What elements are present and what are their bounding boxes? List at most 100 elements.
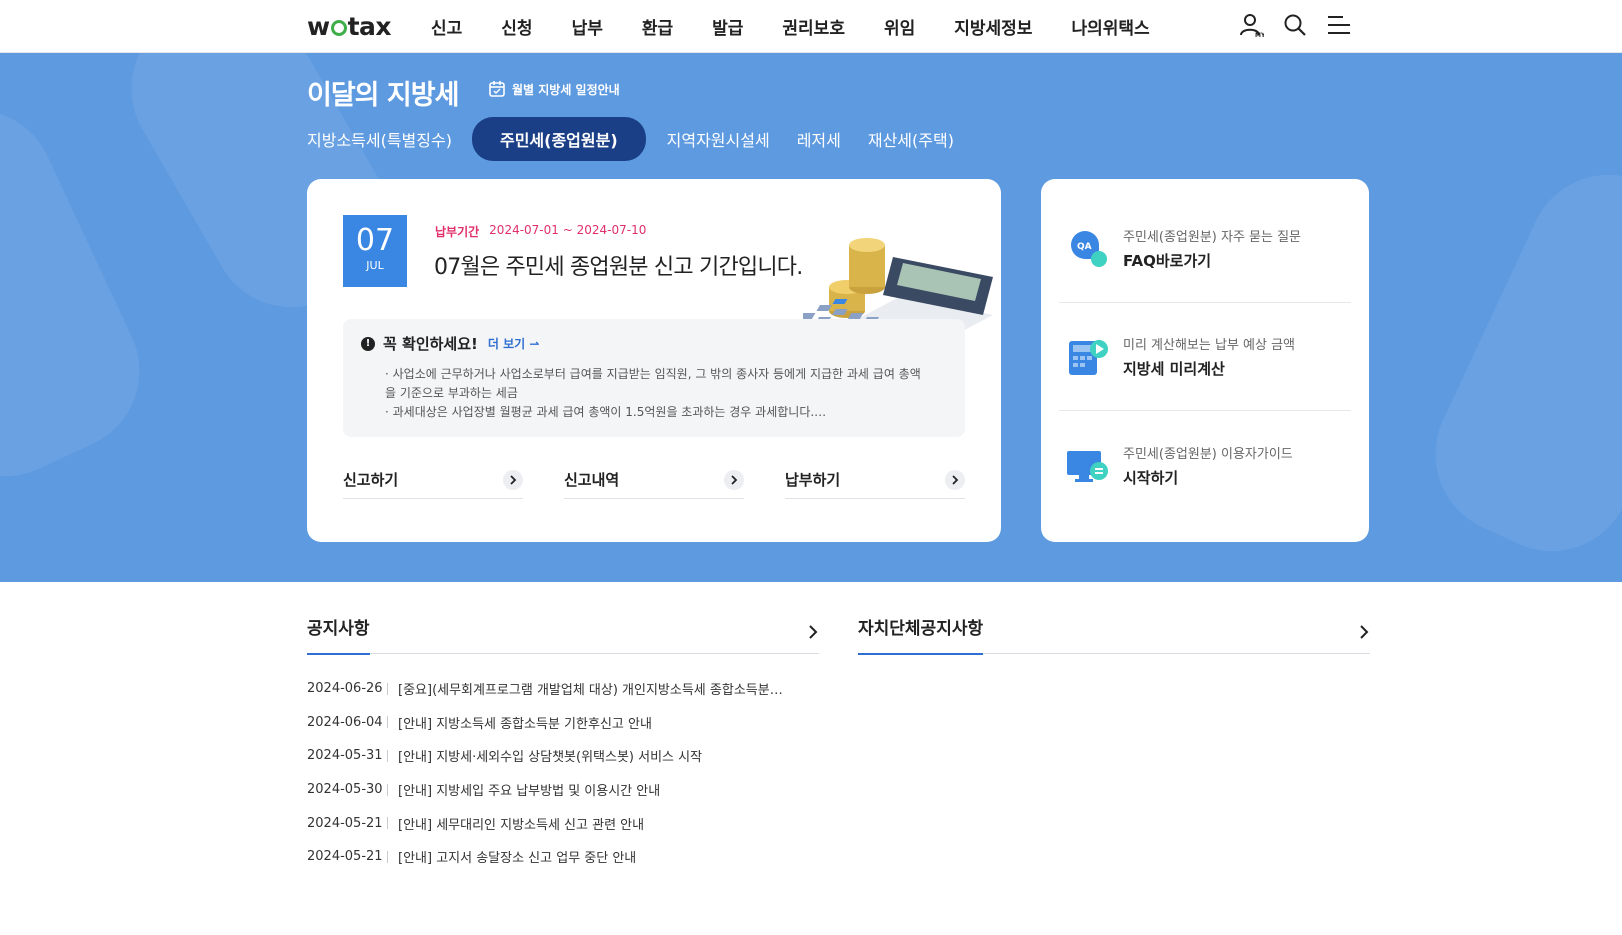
nav-menu-delegate[interactable]: 위임	[884, 14, 915, 39]
payment-link-label: 납부하기	[785, 471, 841, 489]
nav-menu-rights[interactable]: 권리보호	[782, 14, 845, 39]
local-notice-section: 자치단체공지사항	[858, 614, 1370, 655]
notice-section: 공지사항 2024-06-26 [중요](세무회계프로그램 개발업체 대상) 개인…	[307, 614, 819, 874]
hamburger-icon	[1328, 16, 1350, 34]
card-headline: 07월은 주민세 종업원분 신고 기간입니다.	[434, 255, 803, 280]
notice-item[interactable]: 2024-05-31 [안내] 지방세·세외수입 상담챗봇(위택스봇) 서비스 시…	[307, 739, 819, 773]
notice-text: [안내] 지방세입 주요 납부방법 및 이용시간 안내	[398, 784, 661, 800]
nav-menu-issue[interactable]: 발급	[712, 14, 743, 39]
more-link[interactable]: 더 보기 ⇀	[488, 335, 540, 352]
faq-title: FAQ바로가기	[1123, 252, 1212, 270]
header-utilities: MY	[1220, 12, 1352, 38]
alert-icon: !	[361, 336, 375, 351]
nav-menu-info[interactable]: 지방세정보	[954, 14, 1032, 39]
notice-text: [중요](세무회계프로그램 개발업체 대상) 개인지방소득세 종합소득분…	[398, 683, 783, 699]
search-icon	[1284, 14, 1306, 36]
chevron-right-icon	[809, 625, 818, 639]
qa-chat-icon: QA	[1071, 230, 1107, 267]
all-menu-button[interactable]	[1326, 12, 1352, 38]
nav-menu-refund[interactable]: 환급	[642, 14, 673, 39]
chevron-right-icon	[1360, 625, 1369, 639]
badge-month: JUL	[366, 259, 384, 272]
my-page-button[interactable]: MY	[1238, 12, 1264, 38]
bg-decoration	[0, 83, 166, 503]
section-title: 이달의 지방세	[307, 80, 459, 111]
wetax-logo[interactable]: w tax	[307, 12, 392, 41]
notice-text: [안내] 지방소득세 종합소득분 기한후신고 안내	[398, 716, 652, 732]
divider	[387, 817, 388, 830]
notice-item[interactable]: 2024-05-21 [안내] 고지서 송달장소 신고 업무 중단 안내	[307, 840, 819, 874]
notice-title: 공지사항	[307, 614, 370, 655]
notice-date: 2024-05-21	[307, 815, 383, 831]
divider	[387, 850, 388, 863]
check-heading: ! 꼭 확인하세요! 더 보기 ⇀	[361, 333, 539, 354]
local-notice-title: 자치단체공지사항	[858, 614, 984, 655]
svg-text:QA: QA	[1077, 242, 1092, 252]
local-notice-header: 자치단체공지사항	[858, 614, 1370, 655]
nav-menu-pay[interactable]: 납부	[572, 14, 603, 39]
logo-e-ring	[330, 20, 347, 36]
faq-subtitle: 주민세(종업원분) 자주 묻는 질문	[1123, 230, 1302, 245]
report-link[interactable]: 신고하기	[343, 461, 523, 499]
notice-date: 2024-05-31	[307, 748, 383, 764]
global-nav: 신고 신청 납부 환급 발급 권리보호 위임 지방세정보 나의위택스	[431, 0, 1189, 53]
calendar-icon	[489, 81, 505, 97]
notice-date: 2024-06-04	[307, 714, 383, 730]
tab-regional-resource-tax[interactable]: 지역자원시설세	[667, 127, 770, 151]
divider	[387, 716, 388, 729]
faq-link[interactable]: QA 주민세(종업원분) 자주 묻는 질문 FAQ바로가기	[1059, 195, 1351, 303]
notice-date: 2024-06-26	[307, 681, 383, 697]
notice-more-button[interactable]	[807, 624, 819, 644]
divider	[387, 682, 388, 695]
payment-link[interactable]: 납부하기	[785, 461, 965, 499]
notice-item[interactable]: 2024-05-30 [안내] 지방세입 주요 납부방법 및 이용시간 안내	[307, 773, 819, 807]
notice-item[interactable]: 2024-06-26 [중요](세무회계프로그램 개발업체 대상) 개인지방소득세…	[307, 672, 819, 706]
quick-links-card: QA 주민세(종업원분) 자주 묻는 질문 FAQ바로가기 미리 계산해보는 납…	[1041, 179, 1369, 542]
report-history-link[interactable]: 신고내역	[564, 461, 744, 499]
notice-header: 공지사항	[307, 614, 819, 655]
notice-text: [안내] 세무대리인 지방소득세 신고 관련 안내	[398, 817, 645, 833]
tax-info-card: 07 JUL 납부기간 2024-07-01 ~ 2024-07-10 07월은…	[307, 179, 1001, 542]
coin-stack-icon	[829, 238, 885, 318]
check-line: · 사업소에 근무하거나 사업소로부터 급여를 지급받는 임직원, 그 밖의 종…	[385, 367, 921, 400]
tax-calculator-link[interactable]: 미리 계산해보는 납부 예상 금액 지방세 미리계산	[1059, 303, 1351, 411]
calculator-text: 미리 계산해보는 납부 예상 금액 지방세 미리계산	[1123, 334, 1295, 379]
monthly-tax-section: 이달의 지방세 월별 지방세 일정안내 지방소득세(특별징수) 주민세(종업원분…	[0, 53, 1622, 582]
report-link-label: 신고하기	[343, 471, 399, 489]
period-label: 납부기간	[435, 225, 480, 239]
tab-local-income-tax[interactable]: 지방소득세(특별징수)	[307, 127, 452, 151]
tab-leisure-tax[interactable]: 레저세	[797, 127, 841, 151]
month-badge: 07 JUL	[343, 215, 407, 287]
badge-day: 07	[355, 223, 395, 258]
schedule-link-label: 월별 지방세 일정안내	[512, 82, 620, 97]
calculator-title: 지방세 미리계산	[1123, 360, 1225, 378]
guide-subtitle: 주민세(종업원분) 이용자가이드	[1123, 446, 1293, 462]
tab-property-tax-house[interactable]: 재산세(주택)	[868, 127, 954, 151]
nav-menu-apply[interactable]: 신청	[501, 14, 532, 39]
user-guide-link[interactable]: 주민세(종업원분) 이용자가이드 시작하기	[1059, 411, 1351, 519]
tax-type-tabs: 지방소득세(특별징수) 주민세(종업원분) 지역자원시설세 레저세 재산세(주택…	[307, 117, 981, 161]
tab-resident-tax-employee[interactable]: 주민세(종업원분)	[471, 117, 646, 161]
faq-text: 주민세(종업원분) 자주 묻는 질문 FAQ바로가기	[1123, 226, 1301, 271]
nav-menu-report[interactable]: 신고	[431, 14, 462, 39]
chevron-right-icon	[945, 469, 965, 490]
notice-item[interactable]: 2024-05-21 [안내] 세무대리인 지방소득세 신고 관련 안내	[307, 806, 819, 840]
notice-item[interactable]: 2024-06-04 [안내] 지방소득세 종합소득분 기한후신고 안내	[307, 706, 819, 740]
search-button[interactable]	[1282, 12, 1308, 38]
check-line: · 과세대상은 사업장별 월평균 과세 급여 총액이 1.5억원을 초과하는 경…	[385, 405, 827, 419]
calculator-subtitle: 미리 계산해보는 납부 예상 금액	[1123, 338, 1296, 353]
divider	[387, 783, 388, 796]
payment-period: 납부기간 2024-07-01 ~ 2024-07-10	[435, 223, 646, 240]
monthly-schedule-link[interactable]: 월별 지방세 일정안내	[488, 80, 620, 98]
nav-menu-my[interactable]: 나의위택스	[1071, 14, 1149, 39]
top-header: w tax 신고 신청 납부 환급 발급 권리보호 위임 지방세정보 나의위택스 …	[0, 0, 1622, 53]
guide-title: 시작하기	[1123, 468, 1179, 487]
notice-date: 2024-05-21	[307, 849, 383, 865]
arrow-icon: ⇀	[529, 337, 540, 351]
check-description: · 사업소에 근무하거나 사업소로부터 급여를 지급받는 임직원, 그 밖의 종…	[385, 365, 925, 422]
local-notice-more-button[interactable]	[1358, 624, 1370, 644]
bg-decoration	[1409, 148, 1622, 578]
guide-text: 주민세(종업원분) 이용자가이드 시작하기	[1123, 443, 1293, 488]
user-icon: MY	[1240, 14, 1264, 38]
report-history-label: 신고내역	[564, 471, 620, 489]
